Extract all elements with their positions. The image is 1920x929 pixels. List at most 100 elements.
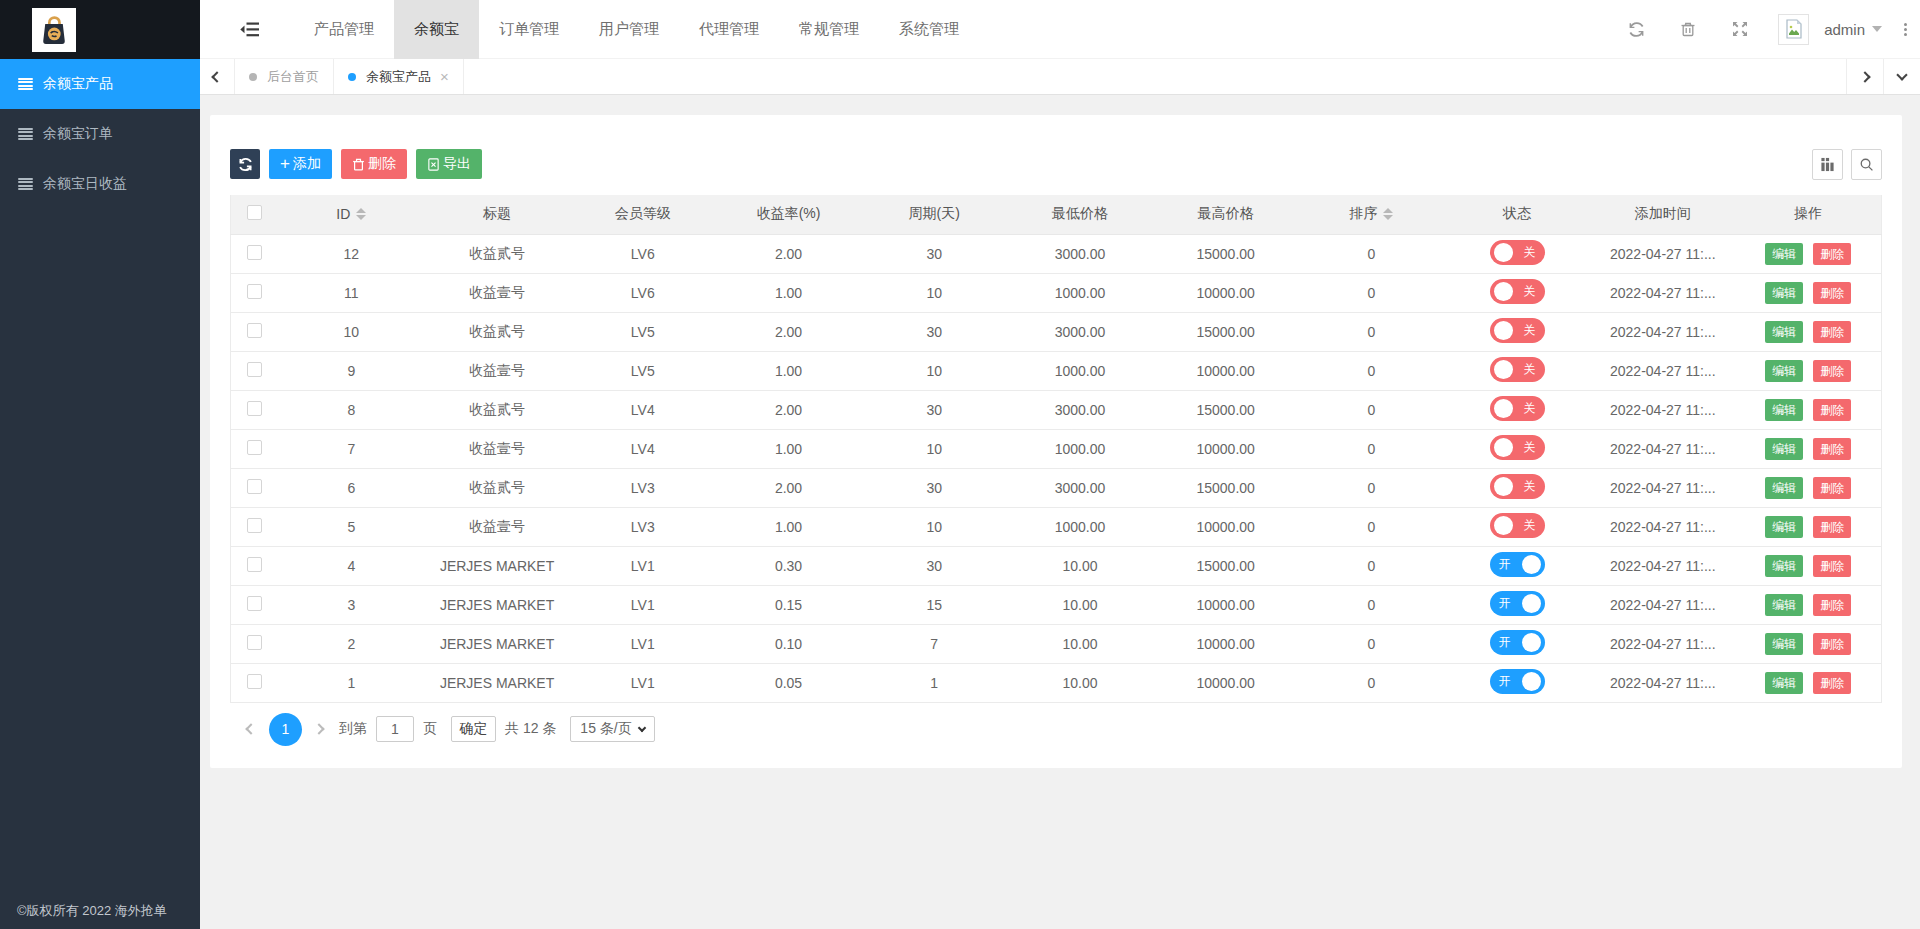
- row-checkbox[interactable]: [247, 440, 262, 455]
- cell-max: 15000.00: [1153, 468, 1299, 507]
- status-switch[interactable]: 开: [1490, 591, 1545, 616]
- delete-row-button[interactable]: 删除: [1813, 594, 1851, 616]
- edit-button[interactable]: 编辑: [1765, 282, 1803, 304]
- cell-min: 3000.00: [1007, 312, 1153, 351]
- status-switch[interactable]: 关: [1490, 279, 1545, 304]
- delete-row-button[interactable]: 删除: [1813, 438, 1851, 460]
- nav-item-2[interactable]: 订单管理: [479, 0, 579, 59]
- row-checkbox[interactable]: [247, 323, 262, 338]
- sidebar-item-2[interactable]: 余额宝日收益: [0, 159, 200, 209]
- edit-button[interactable]: 编辑: [1765, 555, 1803, 577]
- delete-button[interactable]: 删除: [341, 149, 407, 179]
- cell-period: 30: [861, 234, 1007, 273]
- status-switch[interactable]: 开: [1490, 552, 1545, 577]
- row-checkbox[interactable]: [247, 674, 262, 689]
- cell-min: 3000.00: [1007, 468, 1153, 507]
- sort-icon[interactable]: [356, 208, 366, 220]
- tab-1[interactable]: 余额宝产品×: [334, 59, 464, 94]
- excel-file-icon: [427, 158, 440, 171]
- tab-close-icon[interactable]: ×: [440, 68, 449, 85]
- nav-item-6[interactable]: 系统管理: [879, 0, 979, 59]
- current-page-button[interactable]: 1: [269, 713, 302, 746]
- goto-label: 到第: [339, 720, 367, 738]
- next-page-icon[interactable]: [313, 723, 324, 734]
- goto-page-input[interactable]: [376, 716, 414, 742]
- status-switch[interactable]: 关: [1490, 357, 1545, 382]
- nav-item-1[interactable]: 余额宝: [394, 0, 479, 59]
- delete-row-button[interactable]: 删除: [1813, 399, 1851, 421]
- table-body: 12收益贰号LV62.00303000.0015000.000关2022-04-…: [231, 234, 1882, 702]
- clear-cache-icon[interactable]: [1680, 21, 1697, 38]
- row-checkbox[interactable]: [247, 284, 262, 299]
- delete-row-button[interactable]: 删除: [1813, 321, 1851, 343]
- fullscreen-icon[interactable]: [1732, 21, 1749, 38]
- nav-item-3[interactable]: 用户管理: [579, 0, 679, 59]
- edit-button[interactable]: 编辑: [1765, 321, 1803, 343]
- status-switch[interactable]: 关: [1490, 435, 1545, 460]
- nav-item-5[interactable]: 常规管理: [779, 0, 879, 59]
- sidebar-item-0[interactable]: 余额宝产品: [0, 59, 200, 109]
- select-all-checkbox[interactable]: [247, 205, 262, 220]
- row-checkbox[interactable]: [247, 245, 262, 260]
- collapse-menu-icon[interactable]: [240, 21, 260, 37]
- edit-button[interactable]: 编辑: [1765, 399, 1803, 421]
- delete-row-button[interactable]: 删除: [1813, 633, 1851, 655]
- tabs-scroll-right[interactable]: [1846, 59, 1883, 94]
- edit-button[interactable]: 编辑: [1765, 477, 1803, 499]
- sort-icon[interactable]: [1383, 208, 1393, 220]
- user-menu[interactable]: admin: [1824, 21, 1882, 38]
- edit-button[interactable]: 编辑: [1765, 360, 1803, 382]
- sidebar-item-1[interactable]: 余额宝订单: [0, 109, 200, 159]
- tab-0[interactable]: 后台首页: [235, 59, 334, 94]
- status-switch[interactable]: 开: [1490, 630, 1545, 655]
- status-switch[interactable]: 关: [1490, 474, 1545, 499]
- export-button[interactable]: 导出: [416, 149, 482, 179]
- row-checkbox[interactable]: [247, 635, 262, 650]
- delete-row-button[interactable]: 删除: [1813, 243, 1851, 265]
- toggle-columns-button[interactable]: [1812, 149, 1843, 180]
- row-checkbox[interactable]: [247, 518, 262, 533]
- switch-knob: [1494, 516, 1513, 535]
- delete-row-button[interactable]: 删除: [1813, 282, 1851, 304]
- edit-button[interactable]: 编辑: [1765, 243, 1803, 265]
- delete-row-button[interactable]: 删除: [1813, 516, 1851, 538]
- cell-max: 15000.00: [1153, 234, 1299, 273]
- page-size-select[interactable]: 15 条/页: [570, 716, 655, 742]
- cell-level: LV5: [570, 351, 716, 390]
- delete-row-button[interactable]: 删除: [1813, 555, 1851, 577]
- refresh-table-button[interactable]: [230, 149, 260, 179]
- app-logo: [32, 8, 76, 52]
- nav-item-0[interactable]: 产品管理: [294, 0, 394, 59]
- nav-item-4[interactable]: 代理管理: [679, 0, 779, 59]
- edit-button[interactable]: 编辑: [1765, 633, 1803, 655]
- status-switch[interactable]: 关: [1490, 513, 1545, 538]
- row-checkbox[interactable]: [247, 596, 262, 611]
- edit-button[interactable]: 编辑: [1765, 516, 1803, 538]
- cell-id: 4: [279, 546, 425, 585]
- status-switch[interactable]: 关: [1490, 318, 1545, 343]
- edit-button[interactable]: 编辑: [1765, 672, 1803, 694]
- more-options-icon[interactable]: [1904, 23, 1907, 36]
- delete-row-button[interactable]: 删除: [1813, 477, 1851, 499]
- search-button[interactable]: [1851, 149, 1882, 180]
- row-checkbox[interactable]: [247, 401, 262, 416]
- user-avatar[interactable]: [1778, 14, 1809, 45]
- refresh-icon[interactable]: [1628, 21, 1645, 38]
- prev-page-icon[interactable]: [245, 723, 256, 734]
- row-checkbox[interactable]: [247, 557, 262, 572]
- tabs-scroll-left[interactable]: [200, 59, 235, 94]
- edit-button[interactable]: 编辑: [1765, 438, 1803, 460]
- delete-row-button[interactable]: 删除: [1813, 672, 1851, 694]
- tabs-dropdown[interactable]: [1883, 59, 1920, 94]
- status-switch[interactable]: 关: [1490, 396, 1545, 421]
- status-switch[interactable]: 开: [1490, 669, 1545, 694]
- goto-confirm-button[interactable]: 确定: [451, 716, 496, 742]
- table-row-4: 4JERJES MARKETLV10.303010.0015000.000开20…: [231, 546, 1882, 585]
- status-switch[interactable]: 关: [1490, 240, 1545, 265]
- list-icon: [18, 178, 33, 191]
- edit-button[interactable]: 编辑: [1765, 594, 1803, 616]
- add-button[interactable]: + 添加: [269, 149, 332, 179]
- row-checkbox[interactable]: [247, 479, 262, 494]
- row-checkbox[interactable]: [247, 362, 262, 377]
- delete-row-button[interactable]: 删除: [1813, 360, 1851, 382]
